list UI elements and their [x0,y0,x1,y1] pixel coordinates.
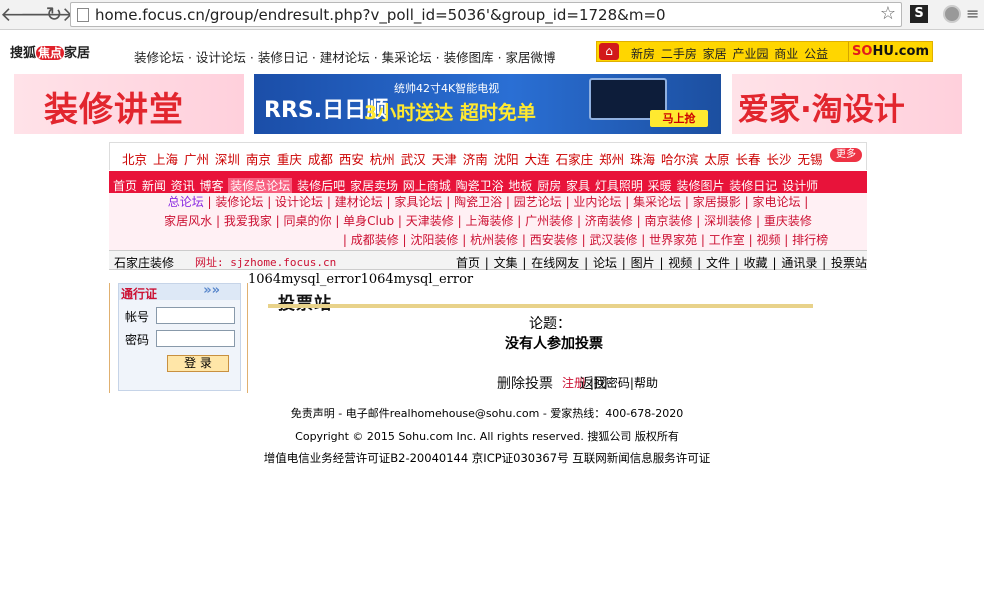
double-arrow-icon[interactable]: »» [203,283,220,298]
title-underline [268,304,813,308]
main-nav: 首页 新闻 资讯 博客 装修总论坛 装修后吧 家居卖场 网上商城 陶瓷卫浴 地板… [109,171,867,194]
mysql-error-text: 1064mysql_error1064mysql_error [248,272,474,287]
address-bar[interactable]: home.focus.cn/group/endresult.php?v_poll… [70,2,902,27]
banner-lecture[interactable]: 装修讲堂 [14,74,244,134]
reload-icon[interactable]: ↻ [42,3,66,27]
sohu-brand[interactable]: SOHU.com [848,42,932,61]
banner-lecture-text: 装修讲堂 [44,90,184,130]
topic-label: 论题： [529,316,571,332]
logo-focus: 焦点 [36,46,65,60]
group-url[interactable]: 网址: sjzhome.focus.cn [195,254,336,270]
help-link[interactable]: 帮助 [634,376,658,390]
brand-o: O [861,44,873,59]
sohu-links[interactable]: 新房 二手房 家居 产业园 商业 公益 [631,45,828,62]
sohu-bar: ⌂ 新房 二手房 家居 产业园 商业 公益 SOHU.com [596,41,933,62]
extension-s-icon[interactable]: S [910,5,928,23]
delete-poll-link[interactable]: 删除投票 [497,376,553,392]
group-name[interactable]: 石家庄装修 [114,254,174,271]
subnav-all-forums[interactable]: 总论坛 [168,195,204,209]
footer-copyright: Copyright © 2015 Sohu.com Inc. All right… [295,430,679,443]
banner-design[interactable]: 爱家·淘设计 [732,74,962,134]
city-nav: 北京 上海 广州 深圳 南京 重庆 成都 西安 杭州 武汉 天津 济南 沈阳 大… [109,142,867,170]
footer-license[interactable]: 增值电信业务经营许可证B2-20040144 京ICP证030367号 互联网新… [0,450,974,466]
banner-ad-tv[interactable]: RRS.日日顺 统帅42寸4K智能电视 3小时送达 超时免单 马上抢 [254,74,721,134]
banner-ad-line2: 3小时送达 超时免单 [364,102,536,124]
banner-go-button[interactable]: 马上抢 [650,110,708,127]
extension-globe-icon[interactable] [943,5,961,23]
poll-actions: 删除投票 返回 [497,373,629,393]
brand-rest: HU.com [872,44,929,59]
address-text[interactable]: home.focus.cn/group/endresult.php?v_poll… [95,6,666,24]
banner-ad-line1: 统帅42寸4K智能电视 [394,82,500,95]
subnav-row-1: 总论坛 | 装修论坛 | 设计论坛 | 建材论坛 | 家具论坛 | 陶瓷卫浴 |… [109,193,867,212]
menu-icon[interactable]: ≡ [966,5,980,23]
more-cities-button[interactable]: 更多 [830,148,862,162]
login-button[interactable]: 登 录 [167,355,229,372]
browser-toolbar: 🡐 🡒 ↻ home.focus.cn/group/endresult.php?… [0,0,984,30]
group-site-bar: 石家庄装修 网址: sjzhome.focus.cn 首页 | 文集 | 在线网… [109,250,867,270]
banner-design-text: 爱家·淘设计 [738,92,905,128]
home-icon[interactable]: ⌂ [599,43,619,60]
subnav-row-2[interactable]: 家居风水 | 我爱我家 | 同桌的你 | 单身Club | 天津装修 | 上海装… [109,212,867,231]
city-links[interactable]: 北京 上海 广州 深圳 南京 重庆 成都 西安 杭州 武汉 天津 济南 沈阳 大… [122,152,822,167]
main-nav-links-more[interactable]: 装修后吧 家居卖场 网上商城 陶瓷卫浴 地板 厨房 家具 灯具照明 采暖 装修图… [297,179,818,193]
logo-sohu: 搜狐 [10,46,37,61]
subnav-row1-links[interactable]: | 装修论坛 | 设计论坛 | 建材论坛 | 家具论坛 | 陶瓷卫浴 | 园艺论… [208,195,809,209]
subnav-row-3[interactable]: | 成都装修 | 沈阳装修 | 杭州装修 | 西安装修 | 武汉装修 | 世界家… [109,231,867,250]
main-nav-links[interactable]: 首页 新闻 资讯 博客 [113,179,223,193]
main-nav-active-forum[interactable]: 装修总论坛 [228,178,293,194]
site-logo[interactable]: 搜狐 焦点 家居 [10,42,90,61]
forward-arrow-icon[interactable]: 🡒 [20,3,74,27]
login-header: 通行证 »» [119,283,240,301]
logo-home: 家居 [64,46,91,61]
brand-s: S [852,44,862,59]
footer-disclaimer[interactable]: 免责声明 - 电子邮件realhomehouse@sohu.com - 爱家热线… [0,405,974,421]
no-votes-message: 没有人参加投票 [505,336,603,352]
group-links[interactable]: 首页 | 文集 | 在线网友 | 论坛 | 图片 | 视频 | 文件 | 收藏 … [456,254,867,271]
bookmark-star-icon[interactable]: ☆ [880,3,896,24]
back-link[interactable]: 返回 [579,376,607,392]
top-nav-links[interactable]: 装修论坛 · 设计论坛 · 装修日记 · 建材论坛 · 集采论坛 · 装修图库 … [134,47,556,66]
page-icon [77,8,89,22]
forum-subnav: 总论坛 | 装修论坛 | 设计论坛 | 建材论坛 | 家具论坛 | 陶瓷卫浴 |… [109,193,867,250]
login-title: 通行证 [121,287,158,301]
poll-station-title: 投票站 [278,289,332,314]
